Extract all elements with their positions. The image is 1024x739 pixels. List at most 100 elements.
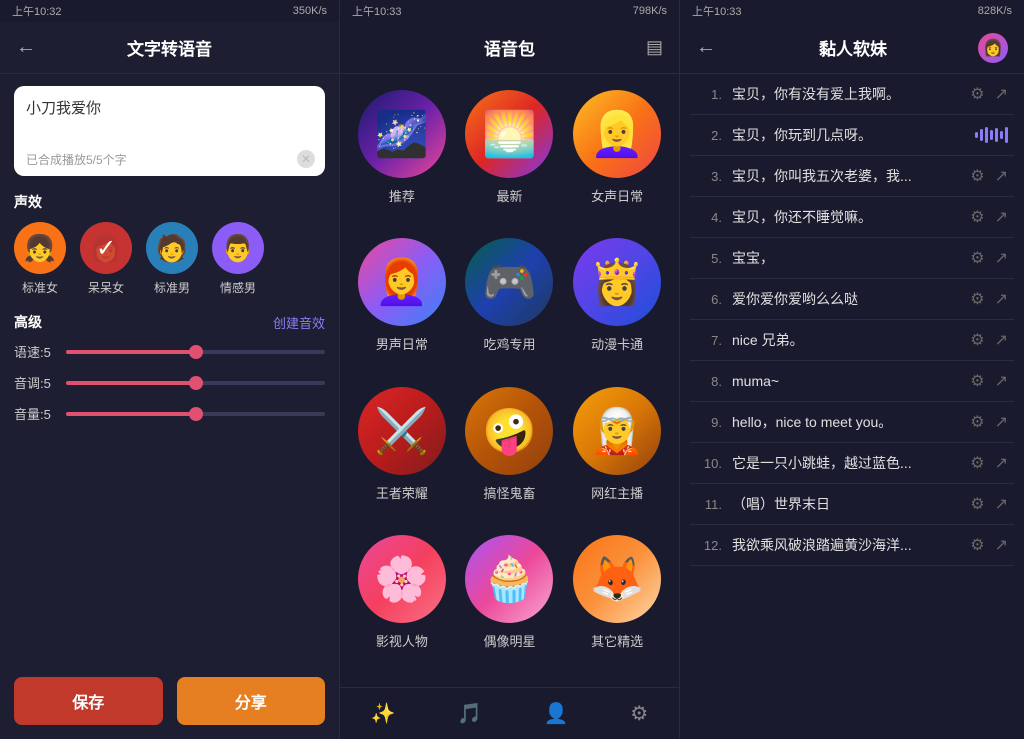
nav-music[interactable]: 🎵 xyxy=(457,701,482,726)
grid-avatar-9: 🧝 xyxy=(573,387,661,475)
phrase-text-8: muma~ xyxy=(732,373,960,389)
left-back-button[interactable]: ← xyxy=(16,36,36,59)
left-status-bar: 上午10:32 350K/s xyxy=(0,0,339,22)
phrase-actions-11: ⚙ ↗ xyxy=(970,494,1008,514)
grid-item-female-daily[interactable]: 👱‍♀️ 女声日常 xyxy=(569,90,665,226)
share-icon-12[interactable]: ↗ xyxy=(995,535,1008,555)
phrase-item-11[interactable]: 11. （唱）世界末日 ⚙ ↗ xyxy=(690,484,1014,525)
grid-avatar-5: 🎮 xyxy=(465,238,553,326)
grid-item-funny[interactable]: 🤪 搞怪鬼畜 xyxy=(462,387,558,523)
voice-option-cute-female[interactable]: 👩 呆呆女 xyxy=(80,222,132,296)
share-icon-6[interactable]: ↗ xyxy=(995,289,1008,309)
pitch-slider[interactable] xyxy=(66,381,325,385)
phrase-item-10[interactable]: 10. 它是一只小跳蛙，越过蓝色... ⚙ ↗ xyxy=(690,443,1014,484)
share-icon-7[interactable]: ↗ xyxy=(995,330,1008,350)
phrase-actions-9: ⚙ ↗ xyxy=(970,412,1008,432)
right-panel: 上午10:33 828K/s ← 黏人软妹 👩 1. 宝贝，你有没有爱上我啊。 … xyxy=(680,0,1024,739)
share-icon-9[interactable]: ↗ xyxy=(995,412,1008,432)
grid-item-latest[interactable]: 🌅 最新 xyxy=(462,90,558,226)
phrase-item-12[interactable]: 12. 我欲乘风破浪踏遍黄沙海洋... ⚙ ↗ xyxy=(690,525,1014,566)
phrase-actions-7: ⚙ ↗ xyxy=(970,330,1008,350)
volume-slider[interactable] xyxy=(66,412,325,416)
phrase-text-6: 爱你爱你爱哟么么哒 xyxy=(732,289,960,309)
nav-settings[interactable]: ⚙ xyxy=(630,701,648,726)
phrase-text-11: （唱）世界末日 xyxy=(732,494,960,514)
grid-item-male-daily[interactable]: 👩‍🦰 男声日常 xyxy=(354,238,450,374)
tune-icon-5[interactable]: ⚙ xyxy=(970,248,984,268)
tune-icon-7[interactable]: ⚙ xyxy=(970,330,984,350)
mid-title: 语音包 xyxy=(484,35,535,60)
grid-avatar-8: 🤪 xyxy=(465,387,553,475)
nav-sparkle[interactable]: ✨ xyxy=(371,701,396,726)
phrase-item-8[interactable]: 8. muma~ ⚙ ↗ xyxy=(690,361,1014,402)
share-icon-10[interactable]: ↗ xyxy=(995,453,1008,473)
mid-speed: 798K/s xyxy=(633,5,667,17)
text-content[interactable]: 小刀我爱你 xyxy=(26,98,313,121)
phrase-item-5[interactable]: 5. 宝宝， ⚙ ↗ xyxy=(690,238,1014,279)
library-icon[interactable]: ▤ xyxy=(646,37,663,58)
text-input-area[interactable]: 小刀我爱你 已合成播放5/5个字 ✕ xyxy=(14,86,325,176)
phrase-item-7[interactable]: 7. nice 兄弟。 ⚙ ↗ xyxy=(690,320,1014,361)
save-button[interactable]: 保存 xyxy=(14,677,163,725)
grid-label-12: 其它精选 xyxy=(591,631,643,650)
grid-item-honor-kings[interactable]: ⚔️ 王者荣耀 xyxy=(354,387,450,523)
tune-icon-8[interactable]: ⚙ xyxy=(970,371,984,391)
phrase-item-1[interactable]: 1. 宝贝，你有没有爱上我啊。 ⚙ ↗ xyxy=(690,74,1014,115)
phrase-actions-4: ⚙ ↗ xyxy=(970,207,1008,227)
advanced-section: 高级 创建音效 语速:5 音调:5 音量:5 xyxy=(0,306,339,441)
phrase-item-4[interactable]: 4. 宝贝，你还不睡觉嘛。 ⚙ ↗ xyxy=(690,197,1014,238)
grid-item-recommend[interactable]: 🌌 推荐 xyxy=(354,90,450,226)
grid-label-6: 动漫卡通 xyxy=(591,334,643,353)
tune-icon-4[interactable]: ⚙ xyxy=(970,207,984,227)
tune-icon-9[interactable]: ⚙ xyxy=(970,412,984,432)
phrase-item-9[interactable]: 9. hello，nice to meet you。 ⚙ ↗ xyxy=(690,402,1014,443)
voice-section-label: 声效 xyxy=(0,184,339,218)
clear-button[interactable]: ✕ xyxy=(297,150,315,168)
left-speed: 350K/s xyxy=(293,5,327,17)
grid-item-internet-celebrity[interactable]: 🧝 网红主播 xyxy=(569,387,665,523)
left-title: 文字转语音 xyxy=(127,35,212,60)
phrase-actions-12: ⚙ ↗ xyxy=(970,535,1008,555)
grid-item-pubg[interactable]: 🎮 吃鸡专用 xyxy=(462,238,558,374)
voice-option-emotional-male[interactable]: 👨 情感男 xyxy=(212,222,264,296)
tune-icon-12[interactable]: ⚙ xyxy=(970,535,984,555)
share-icon-3[interactable]: ↗ xyxy=(995,166,1008,186)
right-status-bar: 上午10:33 828K/s xyxy=(680,0,1024,22)
grid-item-film[interactable]: 🌸 影视人物 xyxy=(354,535,450,671)
grid-label-9: 网红主播 xyxy=(591,483,643,502)
phrase-text-1: 宝贝，你有没有爱上我啊。 xyxy=(732,84,960,104)
create-effect-button[interactable]: 创建音效 xyxy=(273,313,325,332)
tune-icon-1[interactable]: ⚙ xyxy=(970,84,984,104)
speed-slider[interactable] xyxy=(66,350,325,354)
tune-icon-6[interactable]: ⚙ xyxy=(970,289,984,309)
phrase-num-6: 6. xyxy=(696,292,722,307)
share-icon-11[interactable]: ↗ xyxy=(995,494,1008,514)
share-icon-1[interactable]: ↗ xyxy=(995,84,1008,104)
tune-icon-10[interactable]: ⚙ xyxy=(970,453,984,473)
voice-avatar-img-2: 👩 xyxy=(90,233,122,264)
tune-icon-3[interactable]: ⚙ xyxy=(970,166,984,186)
phrase-num-5: 5. xyxy=(696,251,722,266)
phrase-item-3[interactable]: 3. 宝贝，你叫我五次老婆，我... ⚙ ↗ xyxy=(690,156,1014,197)
grid-label-2: 最新 xyxy=(496,186,522,205)
voice-option-standard-male[interactable]: 🧑 标准男 xyxy=(146,222,198,296)
phrase-item-2[interactable]: 2. 宝贝，你玩到几点呀。 xyxy=(690,115,1014,156)
voice-option-standard-female[interactable]: 👧 标准女 xyxy=(14,222,66,296)
nav-user[interactable]: 👤 xyxy=(544,701,569,726)
share-icon-8[interactable]: ↗ xyxy=(995,371,1008,391)
right-back-button[interactable]: ← xyxy=(696,36,716,59)
share-button[interactable]: 分享 xyxy=(177,677,326,725)
advanced-header: 高级 创建音效 xyxy=(14,312,325,332)
share-icon-5[interactable]: ↗ xyxy=(995,248,1008,268)
share-icon-4[interactable]: ↗ xyxy=(995,207,1008,227)
bottom-buttons: 保存 分享 xyxy=(0,663,339,739)
grid-label-7: 王者荣耀 xyxy=(376,483,428,502)
tune-icon-11[interactable]: ⚙ xyxy=(970,494,984,514)
phrase-item-6[interactable]: 6. 爱你爱你爱哟么么哒 ⚙ ↗ xyxy=(690,279,1014,320)
grid-item-other[interactable]: 🦊 其它精选 xyxy=(569,535,665,671)
voice-name-2: 呆呆女 xyxy=(88,279,124,296)
grid-item-idol[interactable]: 🧁 偶像明星 xyxy=(462,535,558,671)
phrase-text-7: nice 兄弟。 xyxy=(732,330,960,350)
grid-item-anime[interactable]: 👸 动漫卡通 xyxy=(569,238,665,374)
voice-name-3: 标准男 xyxy=(154,279,190,296)
